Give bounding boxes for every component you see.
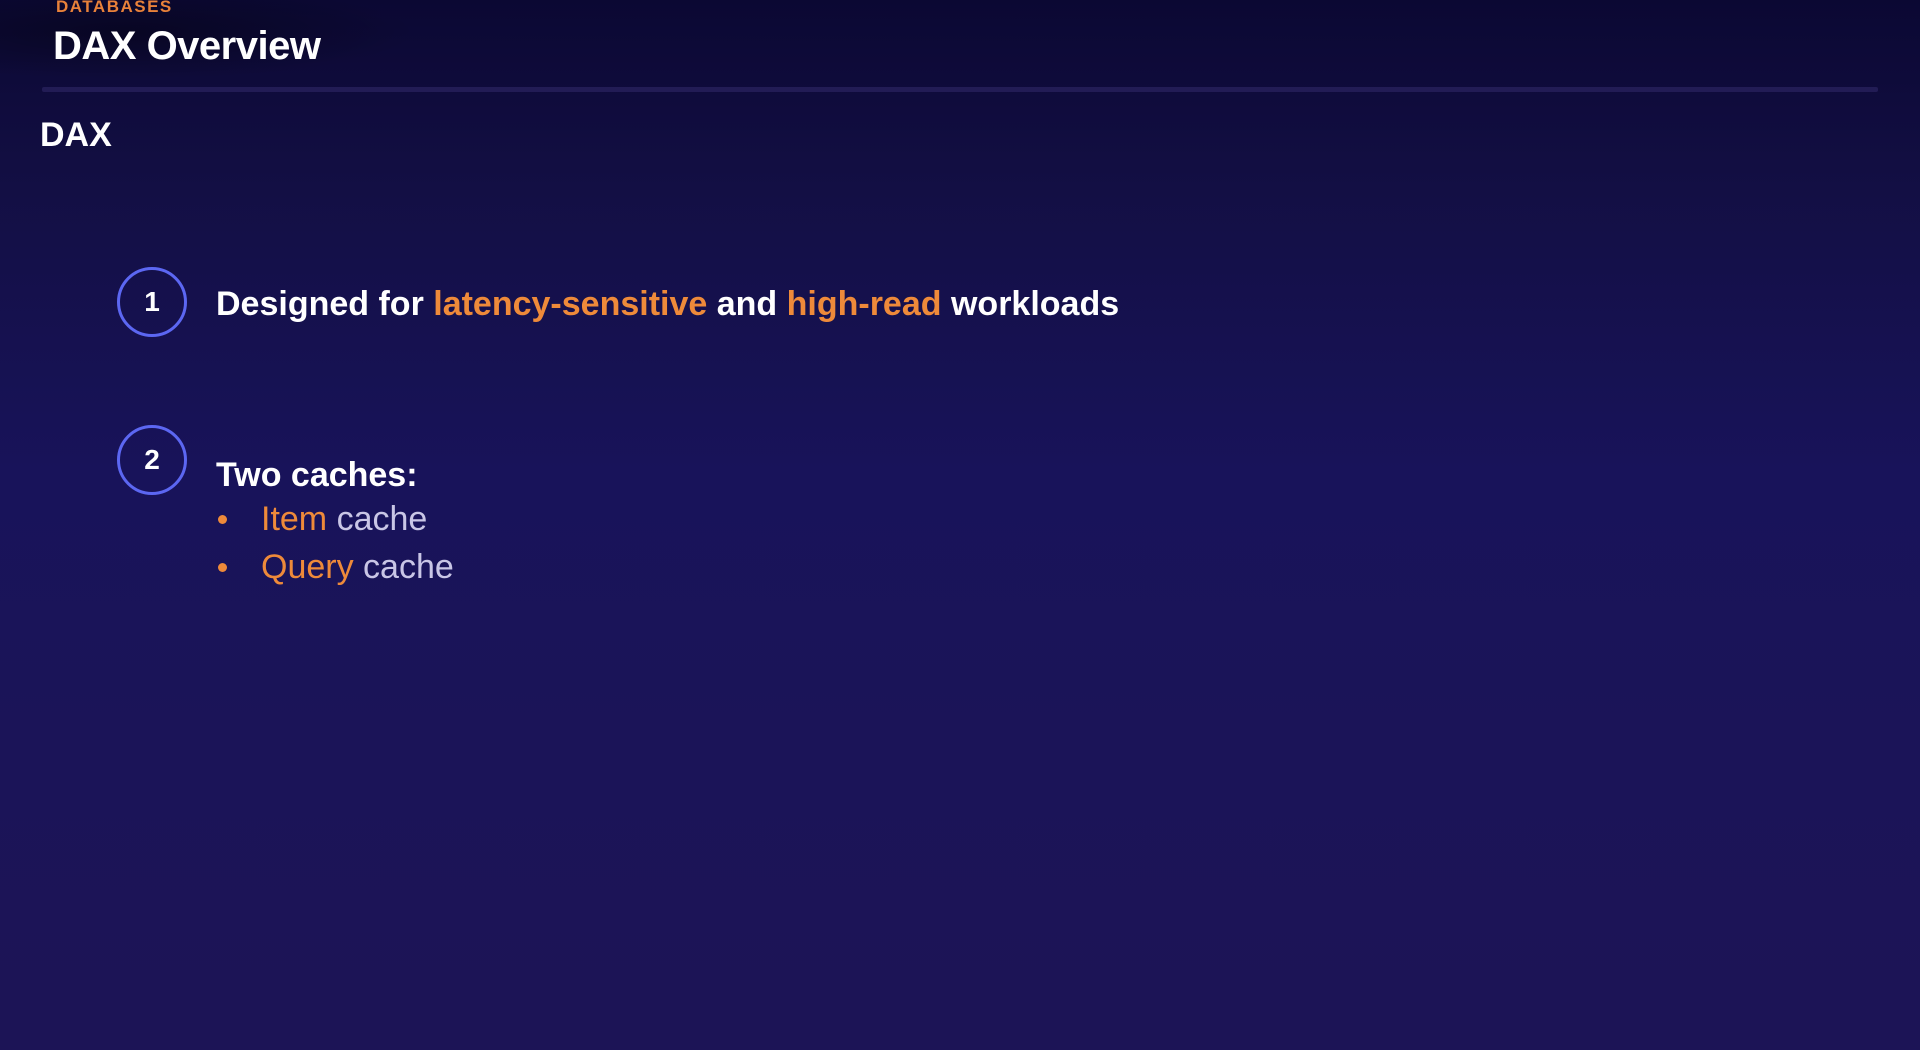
point-1-highlight: high-read bbox=[786, 285, 942, 323]
list-item: Item cache bbox=[216, 495, 454, 543]
list-item: Query cache bbox=[216, 543, 454, 591]
list-item-rest: cache bbox=[353, 548, 454, 586]
point-1-text: Designed for latency-sensitive and high-… bbox=[216, 284, 1119, 324]
header-divider bbox=[42, 87, 1878, 92]
section-label: DAX bbox=[40, 116, 112, 154]
number-badge-2: 2 bbox=[117, 425, 187, 495]
category-label: DATABASES bbox=[56, 0, 173, 16]
point-1-highlight: latency-sensitive bbox=[433, 285, 708, 323]
list-item-rest: cache bbox=[327, 500, 428, 538]
point-1-part: and bbox=[707, 285, 787, 323]
list-item-highlight: Query bbox=[261, 548, 354, 586]
point-2-heading: Two caches: bbox=[216, 456, 418, 494]
point-1-part: Designed for bbox=[216, 285, 434, 323]
list-item-highlight: Item bbox=[261, 500, 328, 538]
point-1-part: workloads bbox=[941, 285, 1120, 323]
bullet-dot bbox=[218, 563, 227, 572]
page-title: DAX Overview bbox=[53, 24, 321, 68]
bullet-dot bbox=[218, 515, 227, 524]
number-badge-1: 1 bbox=[117, 267, 187, 337]
cache-list: Item cache Query cache bbox=[216, 495, 454, 591]
